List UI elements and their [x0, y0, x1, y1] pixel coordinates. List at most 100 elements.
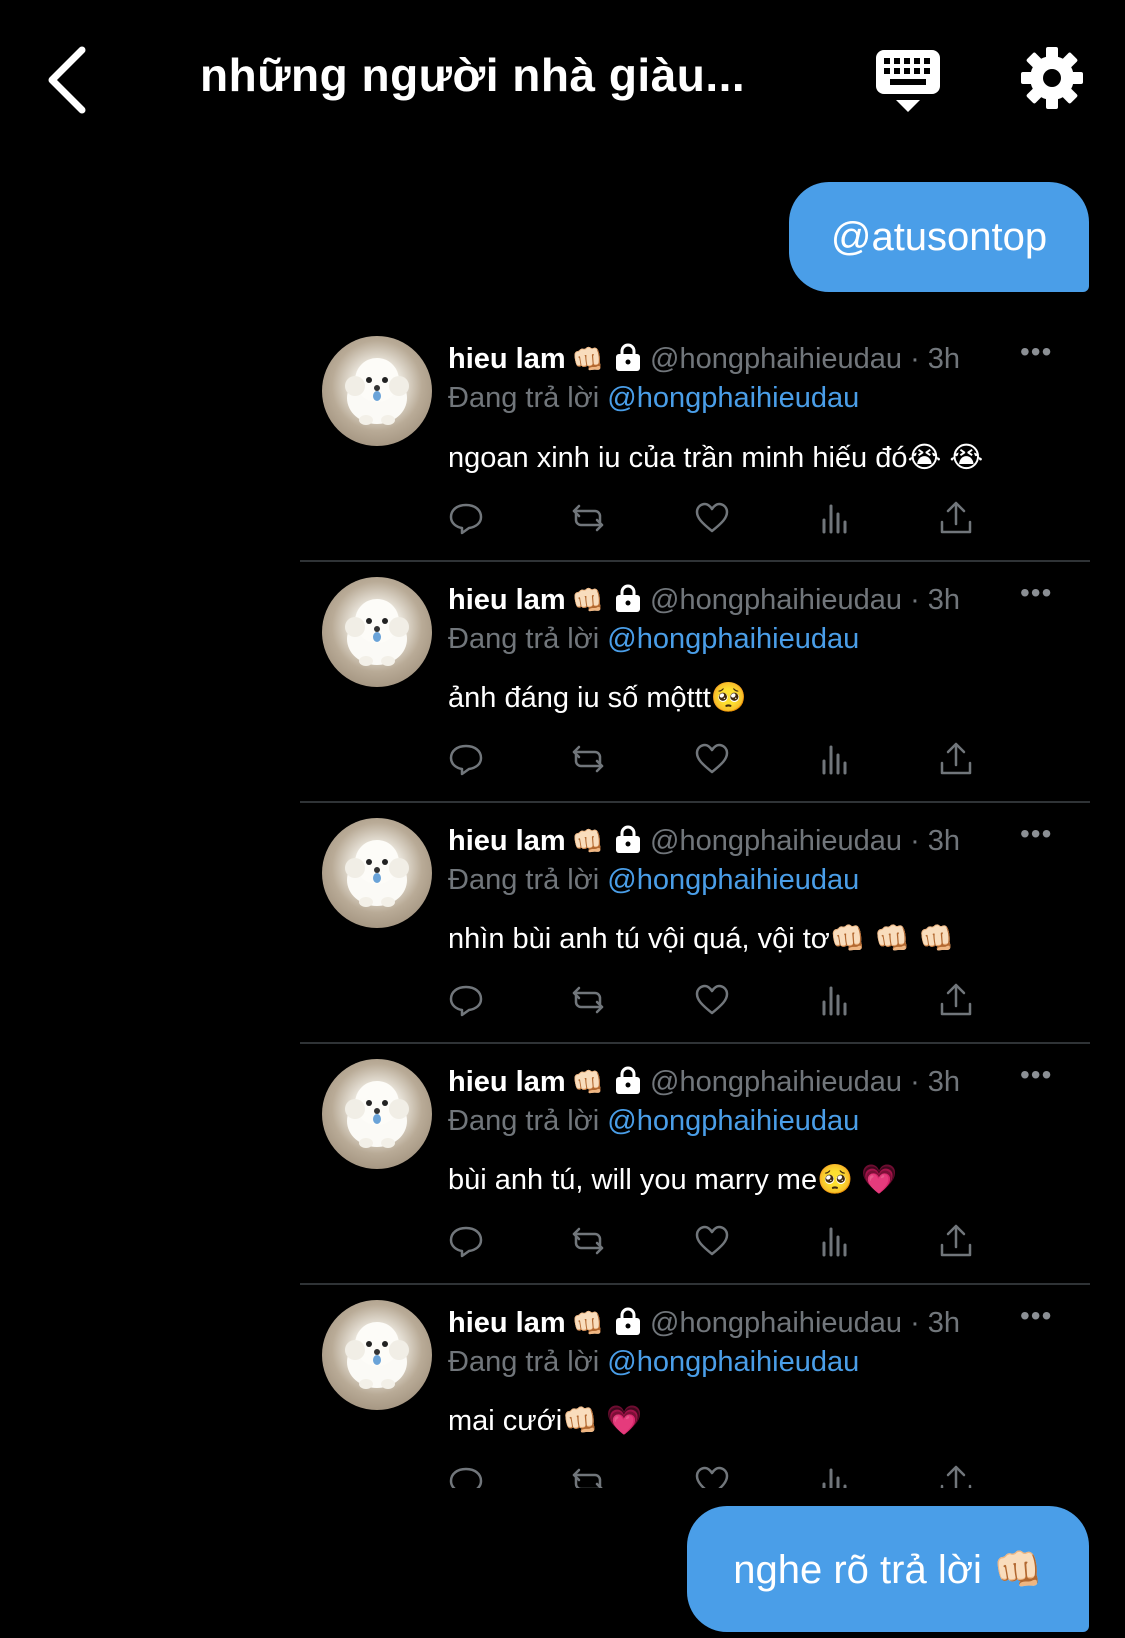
avatar[interactable] — [322, 577, 432, 687]
display-name[interactable]: hieu lam — [448, 1066, 566, 1098]
avatar[interactable] — [322, 336, 432, 446]
views-icon[interactable] — [816, 1464, 852, 1488]
reply-icon[interactable] — [448, 500, 484, 536]
tweet-text: mai cưới👊🏻 💗 — [448, 1405, 643, 1437]
avatar[interactable] — [322, 818, 432, 928]
display-name[interactable]: hieu lam — [448, 584, 566, 616]
more-options-icon[interactable]: ••• — [1020, 1300, 1060, 1331]
tweet-text: bùi anh tú, will you marry me🥺 💗 — [448, 1164, 898, 1196]
reply-mention-link[interactable]: @hongphaihieudau — [607, 623, 859, 655]
retweet-icon[interactable] — [570, 1464, 606, 1488]
replying-to: Đang trả lời @hongphaihieudau — [448, 1105, 859, 1138]
tweet-text: ngoan xinh iu của trần minh hiếu đó😭 😭 — [448, 442, 984, 474]
tweet-meta: hieu lam 👊🏻 @hongphaihieudau · 3h — [448, 583, 1048, 623]
lock-icon — [616, 343, 641, 371]
back-chevron-icon[interactable] — [40, 42, 100, 117]
like-icon[interactable] — [694, 741, 730, 777]
quoted-tweets-thread: hieu lam 👊🏻 @hongphaihieudau · 3h ••• Đang… — [300, 320, 1090, 1488]
reply-mention-link[interactable]: @hongphaihieudau — [607, 864, 859, 896]
tweet-card[interactable]: hieu lam 👊🏻 @hongphaihieudau · 3h ••• Đang… — [300, 1043, 1090, 1285]
retweet-icon[interactable] — [570, 1223, 606, 1259]
tweet-text: ảnh đáng iu số mộttt🥺 — [448, 682, 747, 714]
more-options-icon[interactable]: ••• — [1020, 336, 1060, 367]
replying-to: Đang trả lời @hongphaihieudau — [448, 623, 859, 656]
retweet-icon[interactable] — [570, 741, 606, 777]
views-icon[interactable] — [816, 982, 852, 1018]
tweet-actions — [448, 741, 988, 781]
share-icon[interactable] — [938, 741, 974, 777]
tweet-card[interactable]: hieu lam 👊🏻 @hongphaihieudau · 3h ••• Đang… — [300, 802, 1090, 1044]
reply-icon[interactable] — [448, 741, 484, 777]
reply-mention-link[interactable]: @hongphaihieudau — [607, 382, 859, 414]
share-icon[interactable] — [938, 500, 974, 536]
views-icon[interactable] — [816, 500, 852, 536]
lock-icon — [616, 1307, 641, 1335]
name-badge-emoji: 👊🏻 — [571, 585, 605, 615]
reply-mention-link[interactable]: @hongphaihieudau — [607, 1105, 859, 1137]
tweet-meta: hieu lam 👊🏻 @hongphaihieudau · 3h — [448, 342, 1048, 382]
tweet-actions — [448, 500, 988, 540]
fluffy-dog-avatar-icon — [345, 1322, 409, 1389]
name-badge-emoji: 👊🏻 — [571, 826, 605, 856]
reply-mention-link[interactable]: @hongphaihieudau — [607, 1346, 859, 1378]
more-options-icon[interactable]: ••• — [1020, 1059, 1060, 1090]
name-badge-emoji: 👊🏻 — [571, 344, 605, 374]
reply-icon[interactable] — [448, 1464, 484, 1488]
more-options-icon[interactable]: ••• — [1020, 577, 1060, 608]
handle-and-time: @hongphaihieudau · 3h — [650, 1066, 961, 1098]
lock-icon — [616, 1066, 641, 1094]
tweet-card[interactable]: hieu lam 👊🏻 @hongphaihieudau · 3h ••• Đang… — [300, 561, 1090, 803]
tweet-actions — [448, 1223, 988, 1263]
like-icon[interactable] — [694, 1223, 730, 1259]
tweet-card[interactable]: hieu lam 👊🏻 @hongphaihieudau · 3h ••• Đang… — [300, 320, 1090, 562]
handle-and-time: @hongphaihieudau · 3h — [650, 584, 961, 616]
views-icon[interactable] — [816, 741, 852, 777]
tweet-actions — [448, 982, 988, 1022]
handle-and-time: @hongphaihieudau · 3h — [650, 825, 961, 857]
retweet-icon[interactable] — [570, 982, 606, 1018]
conversation-title: những người nhà giàu... — [200, 49, 746, 101]
share-icon[interactable] — [938, 1223, 974, 1259]
name-badge-emoji: 👊🏻 — [571, 1067, 605, 1097]
conversation-header: những người nhà giàu... — [0, 0, 1125, 160]
keyboard-icon[interactable] — [874, 48, 942, 114]
display-name[interactable]: hieu lam — [448, 825, 566, 857]
fluffy-dog-avatar-icon — [345, 840, 409, 907]
reply-icon[interactable] — [448, 982, 484, 1018]
avatar[interactable] — [322, 1059, 432, 1169]
views-icon[interactable] — [816, 1223, 852, 1259]
replying-to-label: Đang trả lời — [448, 1105, 608, 1137]
tweet-actions — [448, 1464, 988, 1488]
lock-icon — [616, 825, 641, 853]
retweet-icon[interactable] — [570, 500, 606, 536]
display-name[interactable]: hieu lam — [448, 1307, 566, 1339]
like-icon[interactable] — [694, 982, 730, 1018]
handle-and-time: @hongphaihieudau · 3h — [650, 1307, 961, 1339]
settings-gear-icon[interactable] — [1020, 46, 1084, 110]
fluffy-dog-avatar-icon — [345, 358, 409, 425]
tweet-meta: hieu lam 👊🏻 @hongphaihieudau · 3h — [448, 1065, 1048, 1105]
tweet-card[interactable]: hieu lam 👊🏻 @hongphaihieudau · 3h ••• Đang… — [300, 1284, 1090, 1488]
reply-icon[interactable] — [448, 1223, 484, 1259]
sent-message-bubble[interactable]: nghe rõ trả lời 👊🏻 — [687, 1506, 1089, 1632]
fluffy-dog-avatar-icon — [345, 1081, 409, 1148]
handle-and-time: @hongphaihieudau · 3h — [650, 343, 961, 375]
sent-message-bubble[interactable]: @atusontop — [789, 182, 1089, 292]
replying-to-label: Đang trả lời — [448, 864, 608, 896]
lock-icon — [616, 584, 641, 612]
replying-to-label: Đang trả lời — [448, 382, 608, 414]
replying-to-label: Đang trả lời — [448, 623, 608, 655]
display-name[interactable]: hieu lam — [448, 343, 566, 375]
name-badge-emoji: 👊🏻 — [571, 1308, 605, 1338]
like-icon[interactable] — [694, 500, 730, 536]
fluffy-dog-avatar-icon — [345, 599, 409, 666]
like-icon[interactable] — [694, 1464, 730, 1488]
replying-to: Đang trả lời @hongphaihieudau — [448, 1346, 859, 1379]
tweet-text: nhìn bùi anh tú vội quá, vội tơ👊🏻 👊🏻 👊🏻 — [448, 923, 955, 955]
replying-to-label: Đang trả lời — [448, 1346, 608, 1378]
more-options-icon[interactable]: ••• — [1020, 818, 1060, 849]
share-icon[interactable] — [938, 1464, 974, 1488]
avatar[interactable] — [322, 1300, 432, 1410]
replying-to: Đang trả lời @hongphaihieudau — [448, 382, 859, 415]
share-icon[interactable] — [938, 982, 974, 1018]
